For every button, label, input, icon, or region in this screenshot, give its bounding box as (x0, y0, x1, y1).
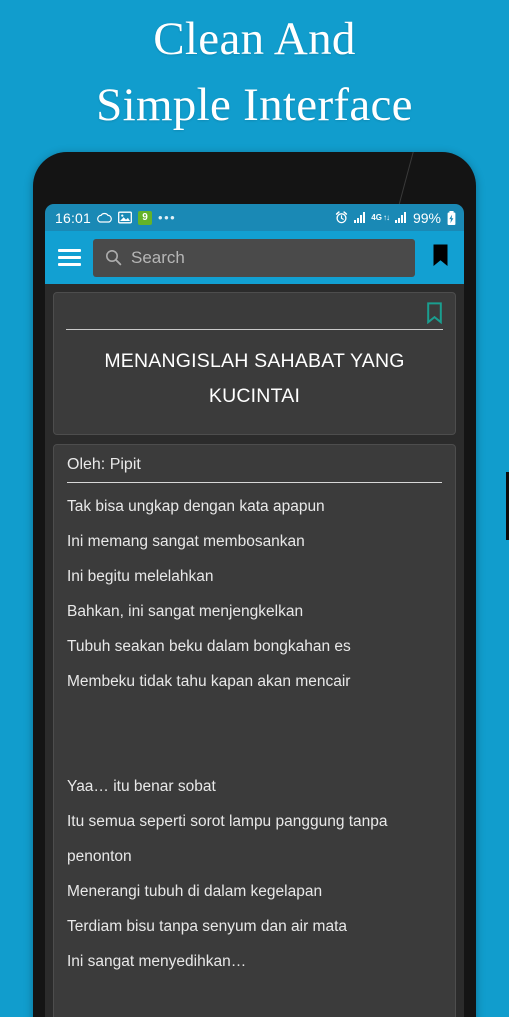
poem-line: Ini sangat menyedihkan… (67, 953, 247, 970)
promo-headline: Clean And Simple Interface (0, 6, 509, 138)
search-placeholder: Search (131, 247, 185, 267)
cloud-icon (97, 212, 112, 223)
poem-body-card[interactable]: Oleh: Pipit Tak bisa ungkap dengan kata … (53, 444, 456, 1017)
poem-lines: Tak bisa ungkap dengan kata apapun Ini me… (67, 489, 442, 1017)
content-area: MENANGISLAH SAHABAT YANG KUCINTAI Oleh: … (45, 284, 464, 1017)
status-bar-left: 16:01 9 ••• (55, 210, 176, 226)
poem-line: Yaa… itu benar sobat (67, 778, 216, 795)
title-divider (66, 329, 443, 330)
poem-author: Oleh: Pipit (67, 456, 141, 473)
status-bar-clock: 16:01 (55, 209, 92, 226)
battery-percent-label: 99% (412, 209, 441, 226)
network-type-indicator: 4G ↑↓ (371, 212, 390, 222)
green-app-badge-icon: 9 (138, 210, 153, 225)
bookmark-outline-icon[interactable] (426, 302, 443, 324)
poem-line: penonton (67, 848, 132, 865)
status-bar-overflow: ••• (158, 210, 177, 225)
app-bar: Search (45, 231, 464, 284)
poem-title-card[interactable]: MENANGISLAH SAHABAT YANG KUCINTAI (53, 292, 456, 435)
status-bar: 16:01 9 ••• 4G ↑↓ 99% (45, 204, 464, 231)
title-card-bookmark-row (66, 301, 443, 325)
search-input[interactable]: Search (93, 238, 415, 277)
poem-line: Membeku tidak tahu kapan akan mencair (67, 673, 351, 690)
signal-bars-icon (354, 212, 366, 223)
poem-line (67, 979, 442, 1014)
poem-line (67, 734, 442, 769)
page-title: MENANGISLAH SAHABAT YANG KUCINTAI (104, 350, 405, 407)
battery-charging-icon (447, 210, 456, 225)
signal-bars-icon (394, 212, 406, 223)
poem-line: Ini memang sangat membosankan (67, 533, 305, 550)
poem-line: Menerangi tubuh di dalam kegelapan (67, 883, 323, 900)
poem-line: Tubuh seakan beku dalam bongkahan es (67, 638, 351, 655)
poem-line: Itu semua seperti sorot lampu panggung t… (67, 813, 388, 830)
image-icon (118, 211, 132, 224)
status-bar-right: 4G ↑↓ 99% (335, 210, 456, 226)
promo-headline-line-1: Clean And (153, 13, 356, 65)
poem-line: Bahkan, ini sangat menjengkelkan (67, 603, 304, 620)
byline-divider (67, 482, 442, 483)
search-icon (105, 249, 122, 266)
bookmark-icon[interactable] (427, 241, 454, 275)
promo-headline-line-2: Simple Interface (96, 79, 413, 131)
alarm-clock-icon (335, 211, 348, 224)
poem-line: Terdiam bisu tanpa senyum dan air mata (67, 918, 348, 935)
poem-line (67, 699, 442, 734)
hamburger-menu-icon[interactable] (58, 249, 81, 266)
phone-screen: 16:01 9 ••• 4G ↑↓ 99% Search MENANGISLAH… (45, 204, 464, 1017)
poem-line: Ini begitu melelahkan (67, 568, 214, 585)
phone-mockup: 16:01 9 ••• 4G ↑↓ 99% Search MENANGISLAH… (33, 152, 509, 1017)
poem-line: Tak bisa ungkap dengan kata apapun (67, 498, 325, 515)
